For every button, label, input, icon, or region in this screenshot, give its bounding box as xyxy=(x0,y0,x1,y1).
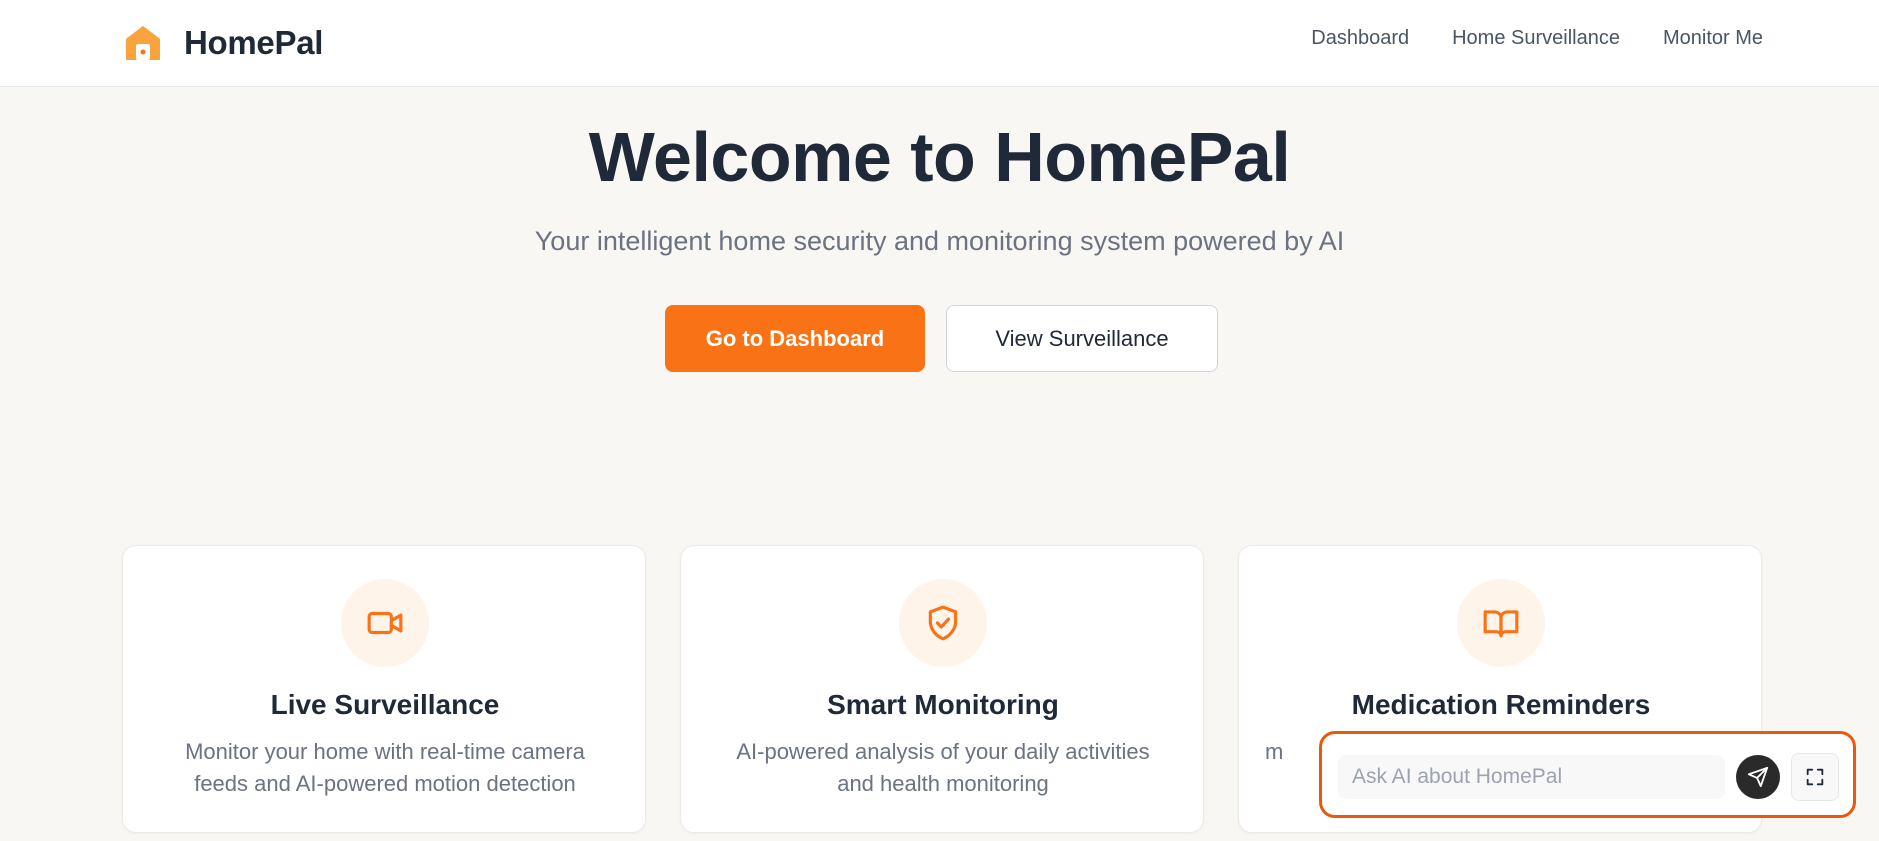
brand-name: HomePal xyxy=(184,24,324,61)
ai-chat-widget xyxy=(1319,731,1856,818)
brand[interactable]: HomePal xyxy=(122,22,323,64)
send-button[interactable] xyxy=(1736,755,1780,799)
home-icon xyxy=(122,22,164,64)
feature-title: Live Surveillance xyxy=(270,689,500,720)
shield-check-icon xyxy=(899,579,987,667)
video-camera-icon xyxy=(341,579,429,667)
nav-dashboard[interactable]: Dashboard xyxy=(1311,27,1409,50)
ask-ai-input[interactable] xyxy=(1338,755,1725,799)
main-nav: Dashboard Home Surveillance Monitor Me xyxy=(1311,27,1763,50)
feature-description: Monitor your home with real-time camera … xyxy=(185,739,585,796)
book-open-icon xyxy=(1457,579,1545,667)
view-surveillance-button[interactable]: View Surveillance xyxy=(946,305,1218,372)
expand-icon xyxy=(1806,768,1824,786)
feature-card-smart-monitoring: Smart Monitoring AI-powered analysis of … xyxy=(680,545,1204,833)
feature-title: Medication Reminders xyxy=(1351,689,1651,720)
expand-button[interactable] xyxy=(1791,753,1839,801)
go-to-dashboard-button[interactable]: Go to Dashboard xyxy=(665,305,925,372)
hero-subtitle: Your intelligent home security and monit… xyxy=(534,226,1345,256)
nav-monitor-me[interactable]: Monitor Me xyxy=(1663,27,1763,50)
send-icon xyxy=(1747,766,1769,788)
feature-description: AI-powered analysis of your daily activi… xyxy=(736,739,1150,796)
hero-title: Welcome to HomePal xyxy=(588,118,1291,196)
feature-title: Smart Monitoring xyxy=(827,689,1059,720)
nav-home-surveillance[interactable]: Home Surveillance xyxy=(1452,27,1620,50)
feature-description: m xyxy=(1265,739,1284,764)
top-header: HomePal Dashboard Home Surveillance Moni… xyxy=(0,0,1879,87)
page: HomePal Dashboard Home Surveillance Moni… xyxy=(0,0,1879,841)
feature-card-live-surveillance: Live Surveillance Monitor your home with… xyxy=(122,545,646,833)
